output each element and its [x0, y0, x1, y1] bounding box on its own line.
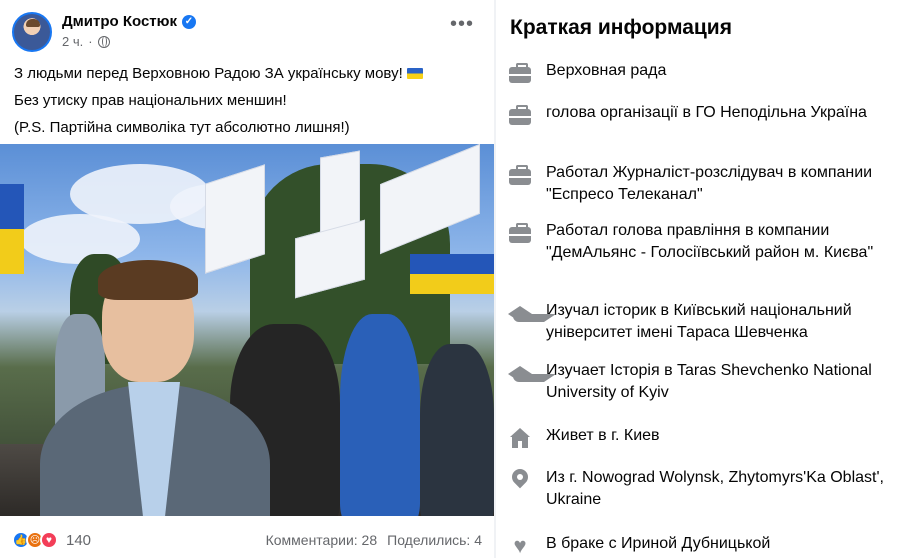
info-item-residence: Живет в г. Киев: [508, 425, 888, 450]
info-item-text[interactable]: Из г. Nowograd Wolynsk, Zhytomyrs'Ka Obl…: [546, 467, 888, 511]
info-item-education: Изучал історик в Київський національний …: [508, 300, 888, 344]
info-item-relationship: ♥ В браке с Ириной Дубницькой: [508, 533, 888, 558]
info-item-text[interactable]: Верховная рада: [546, 60, 666, 82]
post-line-3: (P.S. Партійна символіка тут абсолютно л…: [14, 119, 350, 136]
info-item-text[interactable]: Работал Журналіст-розслідувач в компании…: [546, 162, 888, 206]
person: [340, 314, 420, 516]
post-meta: 2 ч. ·: [62, 34, 110, 49]
profile-view: Дмитро Костюк ✓ 2 ч. · ••• З людьми пере…: [0, 0, 898, 558]
briefcase-icon: [508, 163, 532, 187]
graduation-cap-icon: [508, 301, 556, 325]
verified-badge-icon: ✓: [181, 14, 196, 29]
post-text: З людьми перед Верховною Радою ЗА україн…: [14, 62, 484, 143]
info-item-text[interactable]: Живет в г. Киев: [546, 425, 660, 447]
reactions-count[interactable]: 140: [66, 532, 91, 549]
author-line: Дмитро Костюк ✓: [62, 13, 196, 30]
intro-panel: Краткая информация Верховная рада голова…: [496, 0, 898, 558]
love-reaction-icon: ♥: [40, 531, 58, 549]
info-item-work: Работал Журналіст-розслідувач в компании…: [508, 162, 888, 206]
post-line-2: Без утиску прав національних меншин!: [14, 92, 287, 109]
info-item-work: Верховная рада: [508, 60, 888, 85]
briefcase-icon: [508, 61, 532, 85]
flag: [0, 184, 24, 274]
heart-icon: ♥: [513, 533, 527, 558]
info-item-text[interactable]: В браке с Ириной Дубницькой: [546, 533, 770, 555]
info-item-work: Работал голова правління в компании "Дем…: [508, 220, 888, 264]
post-card: Дмитро Костюк ✓ 2 ч. · ••• З людьми пере…: [0, 0, 494, 558]
info-item-text[interactable]: Изучал історик в Київський національний …: [546, 300, 888, 344]
info-item-hometown: Из г. Nowograd Wolynsk, Zhytomyrs'Ka Obl…: [508, 465, 888, 511]
graduation-cap-icon: [508, 361, 556, 385]
comments-count[interactable]: Комментарии: 28: [266, 532, 378, 548]
more-options-icon[interactable]: •••: [450, 14, 474, 42]
info-item-text[interactable]: голова організації в ГО Неподільна Украї…: [546, 102, 867, 124]
post-header: Дмитро Костюк ✓ 2 ч. · •••: [12, 10, 482, 54]
info-item-text[interactable]: Изучает Історія в Taras Shevchenko Natio…: [546, 360, 888, 404]
ukraine-flag-emoji-icon: [406, 68, 423, 79]
shares-count[interactable]: Поделились: 4: [387, 532, 482, 548]
home-icon: [508, 426, 532, 450]
briefcase-icon: [508, 221, 532, 245]
post-stats: Комментарии: 28 Поделились: 4: [266, 532, 482, 548]
info-item-text[interactable]: Работал голова правління в компании "Дем…: [546, 220, 888, 264]
location-pin-icon: [508, 465, 532, 492]
cloud: [20, 214, 140, 264]
post-photo[interactable]: [0, 144, 494, 516]
hair: [98, 260, 198, 300]
person: [420, 344, 494, 516]
flag: [410, 254, 494, 294]
info-item-education: Изучает Історія в Taras Shevchenko Natio…: [508, 360, 888, 404]
post-line-1: З людьми перед Верховною Радою ЗА україн…: [14, 62, 484, 85]
reactions[interactable]: 👍 ☹ ♥ 140: [12, 531, 91, 549]
author-avatar[interactable]: [12, 12, 52, 52]
separator-dot: ·: [88, 34, 93, 49]
post-footer: 👍 ☹ ♥ 140 Комментарии: 28 Поделились: 4: [12, 526, 482, 554]
intro-title: Краткая информация: [510, 16, 732, 39]
info-item-work: голова організації в ГО Неподільна Украї…: [508, 102, 888, 127]
globe-icon[interactable]: [97, 35, 110, 48]
briefcase-icon: [508, 103, 532, 127]
post-time[interactable]: 2 ч.: [62, 34, 83, 49]
author-name[interactable]: Дмитро Костюк: [62, 13, 177, 30]
main-person: [40, 260, 270, 516]
